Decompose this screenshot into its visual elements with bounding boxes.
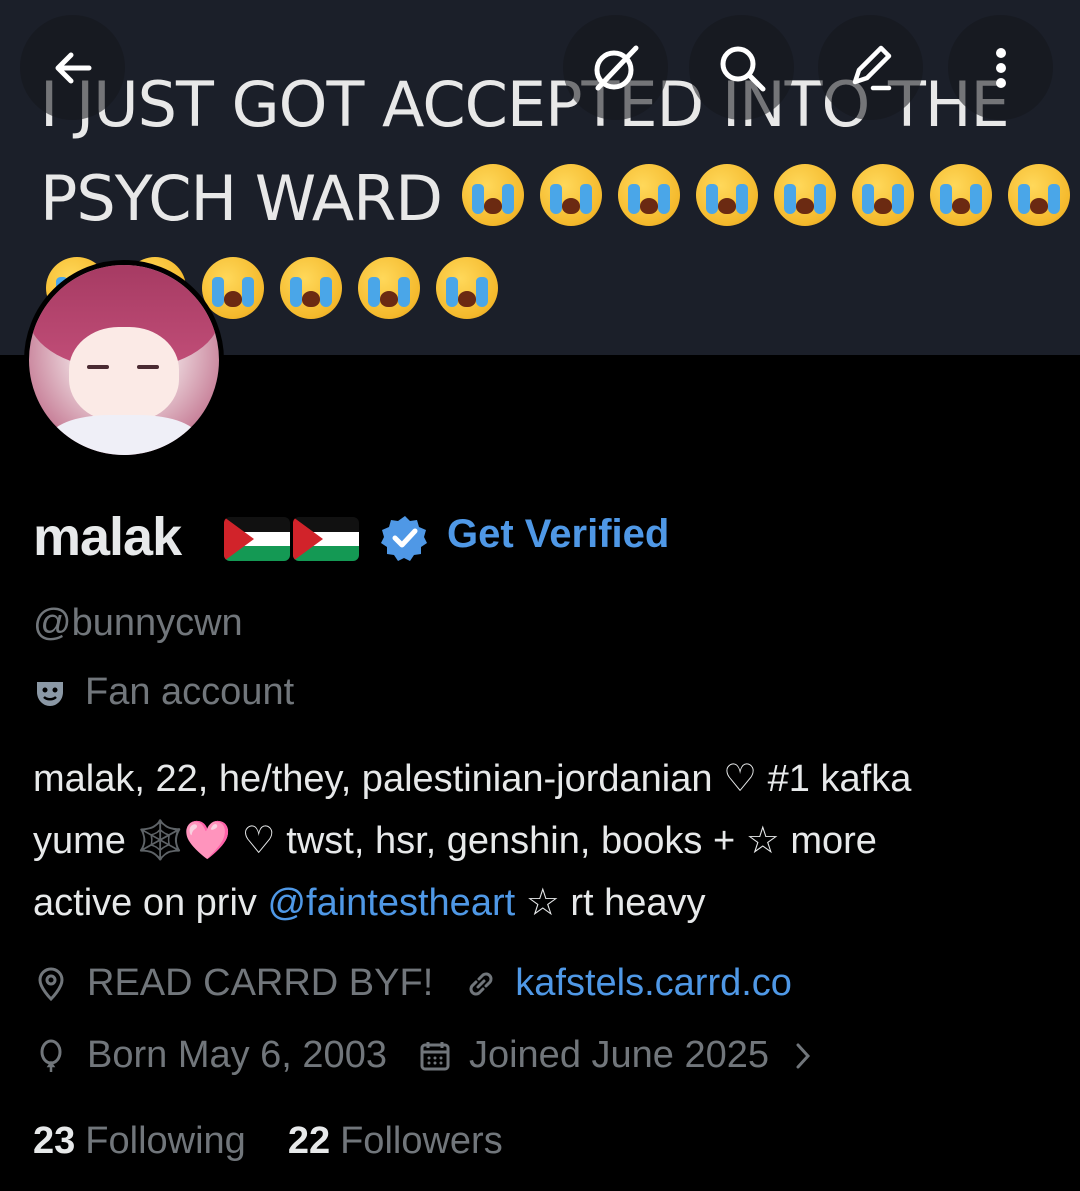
crying-face-icon bbox=[436, 257, 498, 319]
crying-face-icon bbox=[774, 164, 836, 226]
followers-label: Followers bbox=[340, 1120, 503, 1162]
crying-face-icon bbox=[1008, 164, 1070, 226]
profile-meta-row-2: Born May 6, 2003 Joined June 2025 bbox=[33, 1034, 813, 1077]
followers-count: 22 bbox=[287, 1120, 331, 1162]
back-arrow-icon bbox=[49, 44, 97, 92]
bio-line-3: active on priv @faintestheart ☆ rt heavy bbox=[33, 882, 706, 924]
joined-date: Joined June 2025 bbox=[468, 1034, 769, 1076]
search-button[interactable] bbox=[689, 15, 794, 120]
following-stat[interactable]: 23 Following bbox=[33, 1120, 246, 1163]
crying-face-icon bbox=[462, 164, 524, 226]
location-pin-icon bbox=[33, 966, 69, 1002]
chevron-right-icon[interactable] bbox=[793, 1040, 813, 1072]
following-count: 23 bbox=[33, 1120, 76, 1162]
grok-icon bbox=[588, 40, 644, 96]
balloon-icon bbox=[33, 1038, 69, 1074]
profile-meta-row-1: READ CARRD BYF! kafstels.carrd.co bbox=[33, 962, 792, 1005]
crying-face-icon bbox=[540, 164, 602, 226]
get-verified-link[interactable]: Get Verified bbox=[447, 512, 669, 557]
location-text: READ CARRD BYF! bbox=[87, 962, 434, 1004]
bio-mention-link[interactable]: @faintestheart bbox=[267, 882, 515, 924]
following-label: Following bbox=[85, 1120, 246, 1162]
born-date: Born May 6, 2003 bbox=[87, 1034, 387, 1076]
bio-line-2: yume 🕸️🩷 ♡ twst, hsr, genshin, books + ☆… bbox=[33, 820, 877, 862]
crying-face-icon bbox=[930, 164, 992, 226]
crying-face-icon bbox=[852, 164, 914, 226]
profile-stats: 23 Following 22 Followers bbox=[33, 1120, 503, 1163]
crying-face-icon bbox=[696, 164, 758, 226]
crying-face-icon bbox=[280, 257, 342, 319]
crying-face-icon bbox=[358, 257, 420, 319]
banner-emoji-row-1 bbox=[462, 164, 1070, 226]
edit-icon bbox=[843, 40, 899, 96]
bio-line-1: malak, 22, he/they, palestinian-jordania… bbox=[33, 758, 912, 800]
edit-button[interactable] bbox=[818, 15, 923, 120]
profile-category: Fan account bbox=[33, 671, 294, 714]
jordan-flag-icon bbox=[293, 517, 359, 561]
more-button[interactable] bbox=[948, 15, 1053, 120]
category-label: Fan account bbox=[85, 671, 295, 713]
profile-bio: malak, 22, he/they, palestinian-jordania… bbox=[33, 748, 1063, 934]
grok-button[interactable] bbox=[563, 15, 668, 120]
banner-text-line2: PSYCH WARD bbox=[40, 162, 443, 235]
calendar-icon bbox=[417, 1038, 453, 1074]
crying-face-icon bbox=[618, 164, 680, 226]
link-icon bbox=[463, 966, 499, 1002]
display-name: malak bbox=[33, 507, 182, 567]
search-icon bbox=[714, 40, 770, 96]
profile-avatar[interactable] bbox=[24, 260, 224, 460]
followers-stat[interactable]: 22 Followers bbox=[288, 1120, 503, 1163]
palestine-flag-icon bbox=[224, 517, 290, 561]
more-vertical-icon bbox=[991, 44, 1011, 92]
user-handle: @bunnycwn bbox=[33, 602, 243, 644]
website-link[interactable]: kafstels.carrd.co bbox=[515, 962, 792, 1005]
verified-badge-icon bbox=[380, 513, 430, 563]
back-button[interactable] bbox=[20, 15, 125, 120]
theater-masks-icon bbox=[33, 676, 67, 710]
